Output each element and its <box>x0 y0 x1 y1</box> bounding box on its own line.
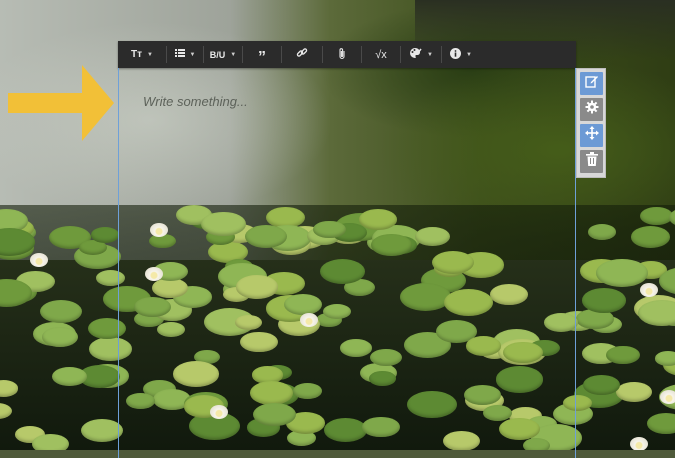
text-style-button[interactable]: B/U ▼ <box>204 41 242 68</box>
color-button[interactable]: ▼ <box>401 41 441 68</box>
block-side-tools <box>576 68 606 178</box>
water-lily-flower <box>640 283 658 297</box>
lily-pad <box>39 299 82 323</box>
chevron-down-icon: ▼ <box>189 51 196 58</box>
lily-pad <box>596 258 648 287</box>
paperclip-icon <box>338 47 346 63</box>
chevron-down-icon: ▼ <box>427 51 433 58</box>
lily-pad <box>91 227 120 243</box>
lily-pad <box>52 366 88 386</box>
link-icon <box>296 47 308 62</box>
pointer-arrow <box>8 65 114 146</box>
editor-placeholder: Write something... <box>143 94 248 109</box>
list-icon <box>174 49 185 60</box>
list-button[interactable]: ▼ <box>167 41 203 68</box>
water-lily-flower <box>660 390 675 404</box>
editor-toolbar: Tт ▼ ▼ B/U ▼ ” √x ▼ ▼ <box>118 41 576 68</box>
edit-icon <box>584 74 599 93</box>
water-lily-flower <box>630 437 648 450</box>
move-button[interactable] <box>580 124 603 147</box>
lily-pad <box>32 433 70 450</box>
lily-pad <box>606 345 641 365</box>
lily-pad <box>639 206 673 225</box>
lily-pad <box>616 382 653 402</box>
gear-icon <box>585 100 599 119</box>
text-size-button[interactable]: Tт ▼ <box>118 41 166 68</box>
water-lily-flower <box>30 253 48 267</box>
chevron-down-icon: ▼ <box>466 51 472 58</box>
delete-button[interactable] <box>580 150 603 173</box>
editor-content-area[interactable] <box>118 68 576 458</box>
formula-icon: √x <box>375 48 387 61</box>
lily-pad <box>42 327 79 347</box>
info-button[interactable]: ▼ <box>442 41 480 68</box>
move-icon <box>584 126 599 145</box>
link-button[interactable] <box>282 41 322 68</box>
info-icon <box>450 47 462 62</box>
chevron-down-icon: ▼ <box>147 51 153 58</box>
palette-icon <box>409 47 422 62</box>
lily-pad <box>638 299 675 327</box>
text-style-label: B/U <box>209 49 226 60</box>
quote-icon: ” <box>258 48 266 66</box>
trash-icon <box>585 152 598 171</box>
lily-pad <box>655 351 675 366</box>
quote-button[interactable]: ” <box>243 41 281 68</box>
lily-pad <box>0 380 19 397</box>
lily-pad <box>581 288 627 313</box>
lily-pad <box>647 413 675 435</box>
chevron-down-icon: ▼ <box>230 51 237 58</box>
attachment-button[interactable] <box>323 41 361 68</box>
lily-pad <box>587 224 616 240</box>
settings-button[interactable] <box>580 98 603 121</box>
lily-pad <box>0 402 13 420</box>
formula-button[interactable]: √x <box>362 41 400 68</box>
lily-pad <box>630 225 671 248</box>
edit-button[interactable] <box>580 72 603 95</box>
text-size-label: Tт <box>131 49 143 60</box>
